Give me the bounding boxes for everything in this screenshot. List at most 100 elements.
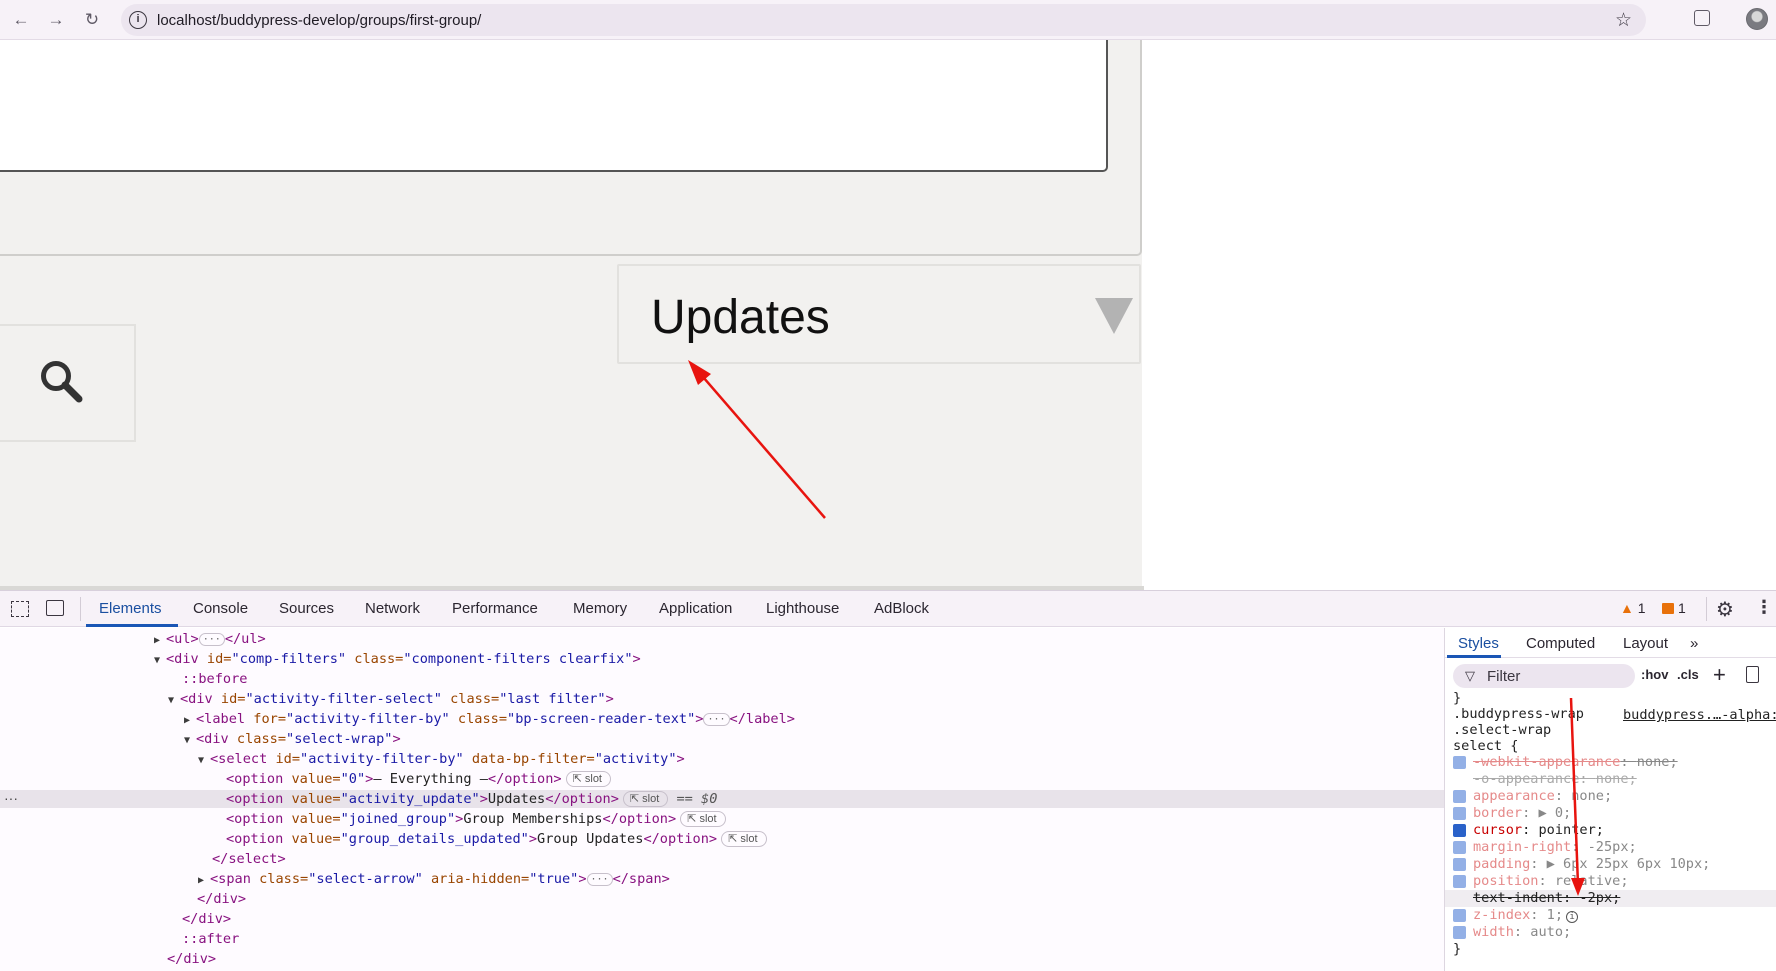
- slot-badge[interactable]: ⇱ slot: [622, 791, 669, 807]
- selector-line[interactable]: select {: [1453, 738, 1518, 755]
- dom-node-select-wrap[interactable]: ▼ <div class="select-wrap">: [184, 730, 401, 748]
- forward-arrow-icon[interactable]: →: [42, 8, 70, 32]
- device-toolbar-icon[interactable]: [46, 600, 64, 616]
- dom-node-div-close[interactable]: </div>: [167, 950, 216, 968]
- issues-badge[interactable]: 1: [1662, 600, 1686, 616]
- dom-node-option[interactable]: <option value="0">— Everything —</option…: [226, 770, 611, 788]
- tab-network[interactable]: Network: [365, 600, 420, 617]
- address-bar[interactable]: i localhost/buddypress-develop/groups/fi…: [121, 4, 1646, 36]
- rule-checkbox[interactable]: [1453, 909, 1466, 922]
- selector-line[interactable]: .select-wrap: [1453, 722, 1551, 739]
- profile-avatar[interactable]: [1746, 8, 1768, 30]
- hov-toggle[interactable]: :hov: [1641, 667, 1668, 682]
- tab-styles[interactable]: Styles: [1458, 635, 1499, 652]
- dom-node-option[interactable]: <option value="group_details_updated">Gr…: [226, 830, 767, 848]
- ellipsis-icon[interactable]: ···: [586, 873, 613, 886]
- back-arrow-icon[interactable]: ←: [7, 8, 35, 32]
- dom-node-option[interactable]: <option value="joined_group">Group Membe…: [226, 810, 726, 828]
- prop-name: padding: [1473, 856, 1531, 872]
- reload-icon[interactable]: ↻: [78, 8, 106, 32]
- extensions-icon[interactable]: [1694, 10, 1710, 26]
- tab-computed[interactable]: Computed: [1526, 635, 1595, 652]
- ellipsis-icon[interactable]: ···: [198, 633, 225, 646]
- selected-node-marker: == $0: [676, 791, 718, 807]
- dom-pseudo-after[interactable]: ::after: [182, 930, 239, 948]
- dom-node-div-close[interactable]: </div>: [182, 910, 231, 928]
- dom-node-span[interactable]: ▶ <span class="select-arrow" aria-hidden=…: [198, 870, 670, 888]
- css-declaration[interactable]: margin-right: -25px;: [1473, 839, 1637, 856]
- stylesheet-source-link[interactable]: buddypress.…-alpha:: [1623, 707, 1776, 723]
- tab-adblock[interactable]: AdBlock: [874, 600, 929, 617]
- dom-node-ul[interactable]: ▶ <ul> ··· </ul>: [154, 630, 266, 648]
- slot-badge[interactable]: ⇱ slot: [721, 831, 767, 847]
- selector-line[interactable]: .buddypress-wrap: [1453, 706, 1584, 723]
- dom-node-select-close[interactable]: </select>: [212, 850, 286, 868]
- tab-elements[interactable]: Elements: [99, 600, 162, 617]
- styles-filter-input[interactable]: ▽ Filter: [1453, 664, 1635, 688]
- rule-checkbox[interactable]: [1453, 926, 1466, 939]
- rule-checkbox[interactable]: [1453, 807, 1466, 820]
- activity-filter-select[interactable]: Updates: [617, 264, 1141, 364]
- rule-checkbox[interactable]: [1453, 756, 1466, 769]
- tab-performance[interactable]: Performance: [452, 600, 538, 617]
- tab-application[interactable]: Application: [659, 600, 732, 617]
- ellipsis-icon[interactable]: ···: [703, 713, 730, 726]
- css-declaration[interactable]: position: relative;: [1473, 873, 1629, 890]
- rule-checkbox[interactable]: [1453, 824, 1466, 837]
- rule-checkbox[interactable]: [1453, 875, 1466, 888]
- css-declaration[interactable]: -webkit-appearance: none;: [1473, 754, 1678, 771]
- dom-node-label[interactable]: ▶ <label for="activity-filter-by" class="…: [184, 710, 795, 728]
- warning-icon: ▲: [1620, 600, 1634, 616]
- attr-value: "component-filters clearfix": [403, 651, 633, 667]
- inspect-element-icon[interactable]: [11, 601, 29, 617]
- option-text: Group Memberships: [463, 811, 603, 827]
- url-text[interactable]: localhost/buddypress-develop/groups/firs…: [157, 12, 481, 29]
- css-declaration[interactable]: width: auto;: [1473, 924, 1571, 941]
- tag-text: </div>: [197, 891, 247, 907]
- dom-pseudo-before[interactable]: ::before: [182, 670, 247, 688]
- cls-toggle[interactable]: .cls: [1677, 667, 1699, 682]
- attr-value: "true": [529, 871, 579, 887]
- slot-badge[interactable]: ⇱ slot: [565, 771, 611, 787]
- css-declaration[interactable]: cursor: pointer;: [1473, 822, 1604, 839]
- whats-new-textarea[interactable]: [0, 40, 1108, 172]
- css-declaration[interactable]: -o-appearance: none;: [1473, 771, 1637, 788]
- tab-console[interactable]: Console: [193, 600, 248, 617]
- dom-node-select[interactable]: ▼ <select id="activity-filter-by" data-bp…: [198, 750, 685, 768]
- dom-node-activity-filter-select[interactable]: ▼ <div id="activity-filter-select" class=…: [168, 690, 614, 708]
- tab-memory[interactable]: Memory: [573, 600, 627, 617]
- tab-layout[interactable]: Layout: [1623, 635, 1668, 652]
- tab-sources[interactable]: Sources: [279, 600, 334, 617]
- paint-brush-icon[interactable]: [1746, 666, 1759, 683]
- css-declaration[interactable]: z-index: 1; i: [1473, 907, 1579, 924]
- slot-badge[interactable]: ⇱ slot: [680, 811, 726, 827]
- css-declaration[interactable]: border: ▶ 0;: [1473, 805, 1571, 822]
- css-declaration[interactable]: appearance: none;: [1473, 788, 1612, 805]
- rule-checkbox[interactable]: [1453, 858, 1466, 871]
- css-declaration[interactable]: padding: ▶ 6px 25px 6px 10px;: [1473, 856, 1710, 873]
- styles-pane: Styles Computed Layout » ▽ Filter :hov .…: [1444, 628, 1776, 971]
- dom-node-option-selected[interactable]: <option value="activity_update">Updates<…: [0, 790, 1444, 808]
- search-button[interactable]: [0, 324, 136, 442]
- bookmark-star-icon[interactable]: ☆: [1615, 9, 1632, 32]
- prop-value: none;: [1595, 771, 1637, 787]
- dom-node-div-close[interactable]: </div>: [197, 890, 246, 908]
- dom-node-comp-filters[interactable]: ▼ <div id="comp-filters" class="component…: [154, 650, 641, 668]
- rule-checkbox[interactable]: [1453, 790, 1466, 803]
- site-info-icon[interactable]: i: [129, 11, 147, 29]
- tab-lighthouse[interactable]: Lighthouse: [766, 600, 839, 617]
- search-icon: [41, 361, 83, 403]
- elements-tree[interactable]: ▶ <ul> ··· </ul> ▼ <div id="comp-filters" cl…: [0, 628, 1444, 971]
- gear-icon[interactable]: ⚙: [1716, 597, 1734, 622]
- more-options-icon[interactable]: ⋮: [1755, 597, 1773, 618]
- row-more-icon[interactable]: ···: [4, 790, 18, 806]
- new-rule-plus-icon[interactable]: +: [1713, 662, 1726, 688]
- issue-icon: [1662, 603, 1674, 614]
- warnings-badge[interactable]: ▲ 1: [1620, 600, 1646, 616]
- more-tabs-icon[interactable]: »: [1690, 635, 1698, 652]
- rule-close-brace: }: [1453, 941, 1462, 957]
- css-declaration-disabled[interactable]: text-indent: -2px;: [1445, 890, 1776, 907]
- info-icon[interactable]: i: [1566, 911, 1579, 923]
- rule-checkbox[interactable]: [1453, 841, 1466, 854]
- styles-tabbar: Styles Computed Layout »: [1445, 628, 1776, 658]
